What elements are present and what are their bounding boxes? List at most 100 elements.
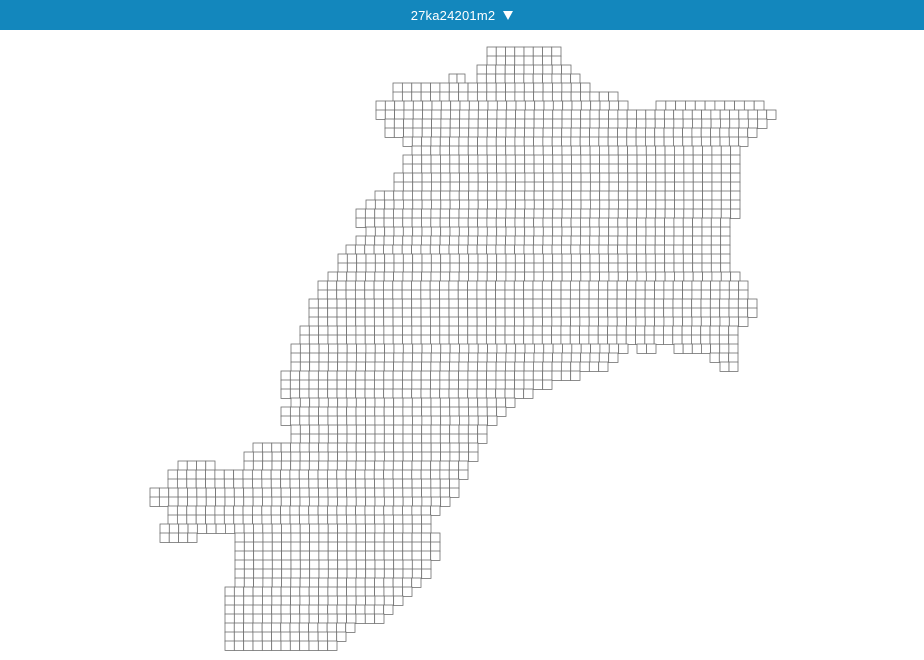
grid-cell[interactable]: [719, 307, 730, 318]
grid-cell[interactable]: [364, 280, 375, 291]
grid-cell[interactable]: [346, 496, 357, 507]
grid-cell[interactable]: [383, 298, 394, 309]
grid-cell[interactable]: [505, 145, 516, 156]
grid-cell[interactable]: [280, 496, 292, 507]
grid-cell[interactable]: [421, 496, 432, 507]
grid-cell[interactable]: [570, 217, 581, 228]
grid-cell[interactable]: [393, 118, 405, 129]
grid-cell[interactable]: [365, 424, 376, 435]
grid-cell[interactable]: [337, 568, 348, 579]
grid-cell[interactable]: [598, 244, 609, 255]
grid-cell[interactable]: [411, 82, 422, 93]
grid-cell[interactable]: [280, 442, 291, 453]
grid-cell[interactable]: [177, 496, 188, 507]
grid-cell[interactable]: [355, 298, 366, 309]
grid-cell[interactable]: [430, 190, 441, 201]
grid-cell[interactable]: [401, 91, 413, 102]
grid-cell[interactable]: [710, 136, 721, 147]
grid-cell[interactable]: [420, 388, 431, 399]
grid-cell[interactable]: [513, 388, 525, 399]
grid-cell[interactable]: [496, 199, 507, 210]
grid-cell[interactable]: [365, 415, 376, 426]
grid-cell[interactable]: [476, 325, 487, 336]
grid-cell[interactable]: [421, 478, 432, 489]
grid-cell[interactable]: [420, 505, 432, 516]
grid-cell[interactable]: [617, 226, 628, 237]
grid-cell[interactable]: [355, 379, 366, 390]
grid-cell[interactable]: [673, 343, 684, 354]
grid-cell[interactable]: [421, 226, 432, 237]
grid-cell[interactable]: [327, 442, 338, 453]
grid-cell[interactable]: [505, 235, 516, 246]
grid-cell[interactable]: [327, 406, 338, 417]
grid-cell[interactable]: [710, 253, 722, 264]
grid-cell[interactable]: [728, 298, 739, 309]
grid-cell[interactable]: [223, 469, 235, 480]
grid-cell[interactable]: [392, 235, 404, 246]
grid-cell[interactable]: [374, 514, 385, 525]
grid-cell[interactable]: [607, 307, 618, 318]
grid-cell[interactable]: [458, 325, 469, 336]
grid-cell[interactable]: [738, 127, 749, 138]
grid-cell[interactable]: [252, 478, 263, 489]
grid-cell[interactable]: [477, 343, 488, 354]
grid-cell[interactable]: [412, 352, 423, 363]
grid-cell[interactable]: [439, 316, 450, 327]
grid-cell[interactable]: [383, 406, 394, 417]
grid-cell[interactable]: [205, 514, 216, 525]
grid-cell[interactable]: [571, 172, 582, 183]
grid-cell[interactable]: [327, 514, 338, 525]
grid-cell[interactable]: [355, 514, 366, 525]
grid-cell[interactable]: [674, 271, 685, 282]
grid-cell[interactable]: [486, 379, 497, 390]
grid-cell[interactable]: [598, 352, 610, 363]
grid-cell[interactable]: [514, 352, 525, 363]
grid-cell[interactable]: [373, 289, 384, 300]
grid-cell[interactable]: [532, 307, 543, 318]
grid-cell[interactable]: [635, 325, 646, 336]
grid-cell[interactable]: [561, 145, 572, 156]
grid-cell[interactable]: [618, 100, 629, 111]
grid-cell[interactable]: [233, 496, 245, 507]
grid-cell[interactable]: [280, 586, 291, 597]
grid-cell[interactable]: [655, 172, 666, 183]
grid-cell[interactable]: [430, 442, 441, 453]
grid-cell[interactable]: [327, 361, 339, 372]
grid-cell[interactable]: [233, 613, 245, 624]
grid-cell[interactable]: [580, 91, 591, 102]
grid-cell[interactable]: [589, 271, 600, 282]
grid-cell[interactable]: [551, 64, 563, 75]
grid-cell[interactable]: [523, 388, 534, 399]
grid-cell[interactable]: [598, 316, 609, 327]
grid-cell[interactable]: [524, 199, 535, 210]
grid-cell[interactable]: [580, 118, 591, 129]
grid-cell[interactable]: [346, 577, 357, 588]
grid-cell[interactable]: [477, 163, 488, 174]
grid-cell[interactable]: [523, 91, 535, 102]
grid-cell[interactable]: [478, 100, 489, 111]
grid-cell[interactable]: [402, 262, 414, 273]
grid-cell[interactable]: [243, 568, 255, 579]
grid-cell[interactable]: [383, 415, 395, 426]
grid-cell[interactable]: [280, 460, 292, 471]
grid-cell[interactable]: [570, 82, 582, 93]
grid-cell[interactable]: [280, 487, 291, 498]
grid-cell[interactable]: [673, 226, 684, 237]
grid-cell[interactable]: [664, 244, 675, 255]
grid-cell[interactable]: [524, 262, 535, 273]
grid-cell[interactable]: [374, 613, 385, 624]
grid-cell[interactable]: [467, 433, 479, 444]
grid-cell[interactable]: [196, 487, 207, 498]
grid-cell[interactable]: [337, 541, 348, 552]
grid-cell[interactable]: [318, 487, 329, 498]
grid-cell[interactable]: [374, 199, 386, 210]
grid-cell[interactable]: [495, 244, 506, 255]
grid-cell[interactable]: [505, 172, 516, 183]
grid-cell[interactable]: [589, 109, 600, 120]
grid-cell[interactable]: [523, 136, 534, 147]
grid-cell[interactable]: [704, 100, 716, 111]
grid-cell[interactable]: [420, 541, 432, 552]
grid-cell[interactable]: [533, 154, 544, 165]
grid-cell[interactable]: [336, 415, 348, 426]
grid-cell[interactable]: [607, 244, 619, 255]
